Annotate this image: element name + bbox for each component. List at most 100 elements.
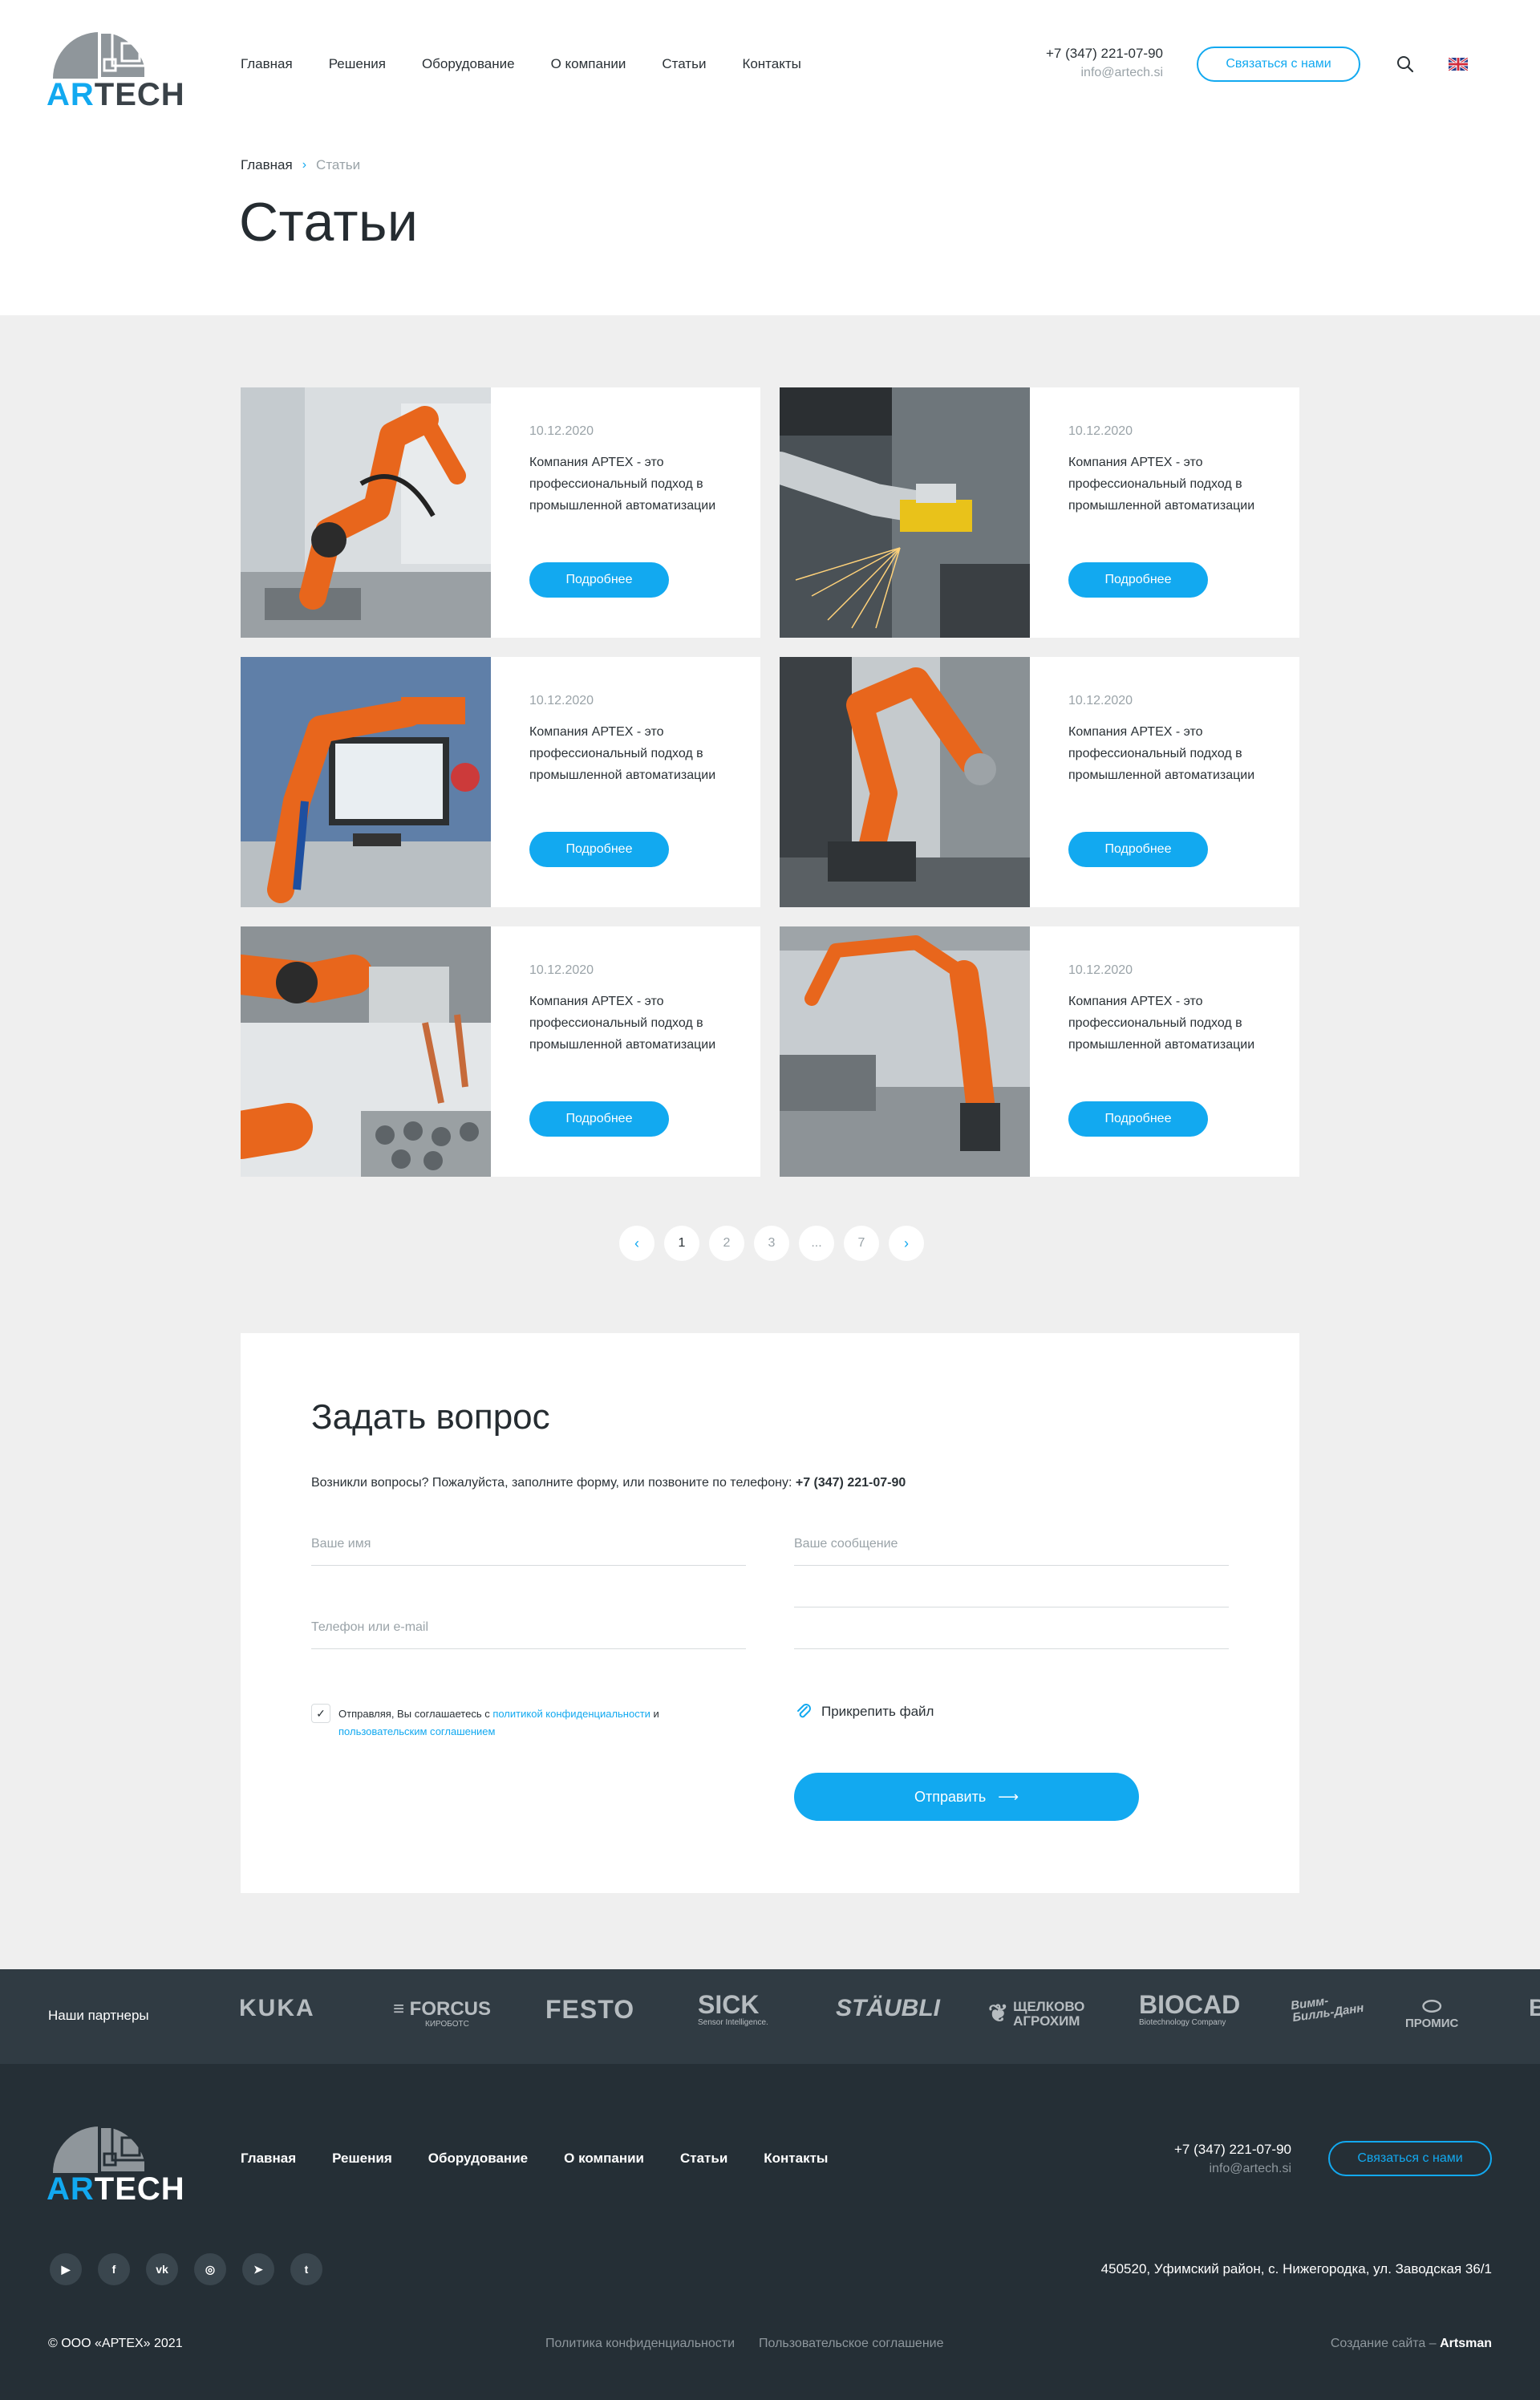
footer-nav-contacts[interactable]: Контакты xyxy=(764,2151,828,2167)
footer-nav-articles[interactable]: Статьи xyxy=(680,2151,727,2167)
partner-name: SICK xyxy=(698,1990,760,2019)
article-date: 10.12.2020 xyxy=(1068,424,1133,438)
privacy-link[interactable]: политикой конфиденциальности xyxy=(492,1708,650,1720)
message-line[interactable] xyxy=(794,1612,1229,1649)
twitter-icon[interactable]: t xyxy=(290,2253,322,2285)
partner-logo[interactable]: ⬭ ПРОМИС xyxy=(1405,1995,1458,2030)
partner-logo[interactable]: SICK Sensor Intelligence. xyxy=(698,1992,768,2027)
uk-flag-icon[interactable] xyxy=(1449,58,1468,71)
nav-home[interactable]: Главная xyxy=(241,56,293,72)
pagination-page[interactable]: 3 xyxy=(754,1226,789,1261)
submit-button[interactable]: Отправить ⟶ xyxy=(794,1773,1139,1821)
nav-articles[interactable]: Статьи xyxy=(662,56,706,72)
submit-label: Отправить xyxy=(914,1789,987,1805)
instagram-icon[interactable]: ◎ xyxy=(194,2253,226,2285)
header-email[interactable]: info@artech.si xyxy=(1046,63,1163,83)
facebook-icon[interactable]: f xyxy=(98,2253,130,2285)
attach-file-button[interactable]: Прикрепить файл xyxy=(794,1702,934,1721)
privacy-policy-link[interactable]: Политика конфиденциальности xyxy=(545,2337,735,2351)
youtube-icon[interactable]: ▶ xyxy=(50,2253,82,2285)
article-image[interactable] xyxy=(780,657,1030,907)
partners-strip: Наши партнеры KUKA ≡ FORCUS КИРОБОТС FEST… xyxy=(0,1969,1540,2064)
article-image[interactable] xyxy=(241,387,491,638)
terms-link[interactable]: Пользовательское соглашение xyxy=(759,2337,943,2351)
article-image[interactable] xyxy=(780,926,1030,1177)
breadcrumb-home[interactable]: Главная xyxy=(241,157,293,173)
article-title[interactable]: Компания АРТЕХ - это профессиональный по… xyxy=(529,721,722,786)
pagination-next-icon[interactable]: › xyxy=(889,1226,924,1261)
partner-logo[interactable]: ≡ FORCUS КИРОБОТС xyxy=(393,2000,491,2029)
pagination-page[interactable]: 2 xyxy=(709,1226,744,1261)
artech-logo[interactable]: ARTECH xyxy=(47,19,184,112)
read-more-button[interactable]: Подробнее xyxy=(1068,832,1208,867)
article-image[interactable] xyxy=(780,387,1030,638)
name-field[interactable]: Ваше имя xyxy=(311,1529,746,1566)
credit-link[interactable]: Artsman xyxy=(1440,2337,1492,2350)
partner-name: FORCUS xyxy=(409,1998,492,2020)
article-image[interactable] xyxy=(241,657,491,907)
logo-tech: TECH xyxy=(94,2171,185,2207)
pagination-ellipsis: ... xyxy=(799,1226,834,1261)
article-image[interactable] xyxy=(241,926,491,1177)
terms-link[interactable]: пользовательским соглашением xyxy=(338,1725,495,1737)
pagination-page[interactable]: 7 xyxy=(844,1226,879,1261)
article-card: 10.12.2020 Компания АРТЕХ - это професси… xyxy=(241,387,760,638)
pagination-prev-icon[interactable]: ‹ xyxy=(619,1226,654,1261)
partner-name: ЩЕЛКОВО АГРОХИМ xyxy=(1013,1999,1085,2029)
article-title[interactable]: Компания АРТЕХ - это профессиональный по… xyxy=(1068,721,1261,786)
partner-logo[interactable]: STÄUBLI xyxy=(836,1997,940,2021)
read-more-button[interactable]: Подробнее xyxy=(529,832,669,867)
logo-text: ARTECH xyxy=(47,2173,185,2205)
article-title[interactable]: Компания АРТЕХ - это профессиональный по… xyxy=(529,452,722,517)
footer-email[interactable]: info@artech.si xyxy=(1174,2159,1291,2179)
nav-contacts[interactable]: Контакты xyxy=(742,56,800,72)
paperclip-icon xyxy=(797,1704,811,1718)
message-field[interactable]: Ваше сообщение xyxy=(794,1529,1229,1566)
article-title[interactable]: Компания АРТЕХ - это профессиональный по… xyxy=(1068,452,1261,517)
read-more-button[interactable]: Подробнее xyxy=(529,1101,669,1137)
partner-logo[interactable]: BIOCAD Biotechnology Company xyxy=(1139,1992,1240,2027)
consent-checkbox[interactable]: ✓ xyxy=(311,1704,330,1723)
main-nav: Главная Решения Оборудование О компании … xyxy=(241,56,801,72)
footer-nav-equipment[interactable]: Оборудование xyxy=(428,2151,528,2167)
vk-icon[interactable]: vk xyxy=(146,2253,178,2285)
read-more-button[interactable]: Подробнее xyxy=(1068,562,1208,598)
telegram-icon[interactable]: ➤ xyxy=(242,2253,274,2285)
contact-placeholder: Телефон или e-mail xyxy=(311,1620,429,1634)
read-more-button[interactable]: Подробнее xyxy=(1068,1101,1208,1137)
nav-equipment[interactable]: Оборудование xyxy=(422,56,515,72)
article-date: 10.12.2020 xyxy=(529,424,594,438)
partner-logo[interactable]: ❦ ЩЕЛКОВО АГРОХИМ xyxy=(988,2000,1100,2029)
name-placeholder: Ваше имя xyxy=(311,1537,371,1551)
pagination-page[interactable]: 1 xyxy=(664,1226,699,1261)
footer-nav-solutions[interactable]: Решения xyxy=(332,2151,392,2167)
nav-solutions[interactable]: Решения xyxy=(329,56,386,72)
article-title[interactable]: Компания АРТЕХ - это профессиональный по… xyxy=(1068,991,1261,1056)
partner-logo[interactable]: KUKA xyxy=(239,1997,315,2021)
footer-nav-home[interactable]: Главная xyxy=(241,2151,296,2167)
partner-name: KUKA xyxy=(239,1995,315,2021)
message-line[interactable] xyxy=(794,1571,1229,1607)
nav-about[interactable]: О компании xyxy=(551,56,626,72)
read-more-button[interactable]: Подробнее xyxy=(529,562,669,598)
partner-logo[interactable]: B xyxy=(1529,1997,1540,2021)
article-title[interactable]: Компания АРТЕХ - это профессиональный по… xyxy=(529,991,722,1056)
footer-logo[interactable]: ARTECH xyxy=(47,2114,184,2205)
header-phone[interactable]: +7 (347) 221-07-90 xyxy=(1046,45,1163,63)
search-icon[interactable] xyxy=(1396,55,1415,74)
question-form: Задать вопрос Возникли вопросы? Пожалуйс… xyxy=(241,1333,1299,1893)
logo-ar: AR xyxy=(47,77,95,112)
footer-contacts: +7 (347) 221-07-90 info@artech.si xyxy=(1174,2141,1291,2179)
footer-contact-us-button[interactable]: Связаться с нами xyxy=(1328,2141,1492,2176)
site-header: ARTECH Главная Решения Оборудование О ко… xyxy=(0,0,1540,128)
footer-phone[interactable]: +7 (347) 221-07-90 xyxy=(1174,2141,1291,2159)
partner-logo[interactable]: FESTO xyxy=(545,1997,634,2022)
phone-email-field[interactable]: Телефон или e-mail xyxy=(311,1612,746,1649)
partner-sub: Sensor Intelligence. xyxy=(698,2018,768,2027)
partner-logo[interactable]: Вимм-Билль-Данн xyxy=(1290,1990,1364,2025)
contact-us-button[interactable]: Связаться с нами xyxy=(1197,47,1360,82)
partner-sub: КИРОБОТС xyxy=(425,2020,469,2029)
footer-nav-about[interactable]: О компании xyxy=(564,2151,644,2167)
chevron-right-icon: › xyxy=(302,158,307,172)
form-phone[interactable]: +7 (347) 221-07-90 xyxy=(796,1476,906,1490)
